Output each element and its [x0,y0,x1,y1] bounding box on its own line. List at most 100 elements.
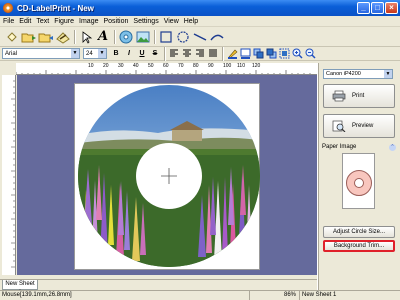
preview-button[interactable]: Preview [323,114,395,138]
main-toolbar: A [0,27,400,47]
printer-icon [332,90,346,102]
format-toolbar: Arial ▼ 24 ▼ B I U S [0,46,400,61]
ruler-label: 50 [148,63,154,69]
title-bar[interactable]: CD-LabelPrint - New _ □ × [0,0,400,16]
group-icon[interactable] [278,48,290,60]
save-icon[interactable] [38,29,54,45]
mouse-position: Mouse[139.1mm,26.8mm] [0,291,250,300]
template-icon[interactable] [55,29,71,45]
paper-image-preview [342,153,375,209]
font-name-value: Arial [5,50,18,57]
printer-select[interactable]: Canon iP4200 ▼ [323,69,393,79]
status-bar: Mouse[139.1mm,26.8mm] 86% New Sheet 1 [0,290,400,300]
printer-value: Canon iP4200 [326,71,361,77]
label-canvas[interactable] [17,75,317,275]
zoom-level: 86% [250,291,300,300]
select-arrow-icon[interactable] [78,29,94,45]
right-panel: Canon iP4200 ▼ Print Preview Paper Image… [319,63,400,290]
chevron-down-icon[interactable]: ▼ [71,49,79,58]
menu-help[interactable]: Help [184,18,198,25]
sheet-tab-bar: New Sheet 1 [0,279,320,296]
menu-image[interactable]: Image [79,18,98,25]
bold-button[interactable]: B [110,48,122,60]
ellipse-tool-icon[interactable] [175,29,191,45]
preview-icon [332,120,346,132]
ruler-label: 20 [103,63,109,69]
text-tool-icon[interactable]: A [95,29,111,45]
font-size-select[interactable]: 24 ▼ [83,48,107,59]
bring-front-icon[interactable] [252,48,264,60]
horizontal-ruler: 10 20 30 40 50 60 70 80 90 100 110 120 [16,63,317,75]
align-center-icon[interactable] [181,48,193,60]
zoom-out-icon[interactable] [304,48,316,60]
print-button[interactable]: Print [323,84,395,108]
ruler-label: 80 [193,63,199,69]
ruler-label: 120 [252,63,261,69]
send-back-icon[interactable] [265,48,277,60]
app-window: CD-LabelPrint - New _ □ × File Edit Text… [0,0,400,300]
menu-position[interactable]: Position [104,18,129,25]
zoom-in-icon[interactable] [291,48,303,60]
underline-button[interactable]: U [136,48,148,60]
menu-text[interactable]: Text [36,18,49,25]
collapse-chevron-icon[interactable]: ⌃ [389,144,396,151]
paper-image-label: Paper Image [322,144,357,150]
pen-color-icon[interactable] [226,48,238,60]
align-right-icon[interactable] [194,48,206,60]
strikethrough-button[interactable]: S [149,48,161,60]
menu-bar: File Edit Text Figure Image Position Set… [0,16,400,27]
open-icon[interactable] [21,29,37,45]
adjust-circle-size-button[interactable]: Adjust Circle Size... [323,226,395,238]
toolbar-separator [164,46,166,61]
mini-disc-hole [354,178,364,188]
new-icon[interactable] [4,29,20,45]
paper-sheet [74,83,260,270]
toolbar-separator [222,46,224,61]
font-size-value: 24 [86,50,93,57]
close-button[interactable]: × [385,2,398,14]
vertical-ruler [2,75,16,275]
rectangle-tool-icon[interactable] [158,29,174,45]
cd-label-disc[interactable] [78,85,260,267]
background-trim-label: Background Trim... [333,243,385,249]
menu-edit[interactable]: Edit [19,18,31,25]
toolbar-separator [114,29,116,44]
background-trim-button[interactable]: Background Trim... [323,240,395,252]
cd-app-icon [3,3,13,13]
adjust-circle-size-label: Adjust Circle Size... [332,229,386,235]
vertical-ruler-ticks [11,80,15,268]
ruler-label: 100 [223,63,232,69]
minimize-button[interactable]: _ [357,2,370,14]
menu-figure[interactable]: Figure [54,18,74,25]
menu-settings[interactable]: Settings [133,18,158,25]
chevron-down-icon[interactable]: ▼ [384,70,392,78]
line-tool-icon[interactable] [192,29,208,45]
justify-icon[interactable] [207,48,219,60]
menu-view[interactable]: View [164,18,179,25]
preview-label: Preview [352,123,374,129]
menu-file[interactable]: File [3,18,14,25]
ruler-label: 40 [133,63,139,69]
current-sheet: New Sheet 1 [302,292,337,298]
tab-new-sheet-1[interactable]: New Sheet 1 [2,280,38,296]
ruler-corner [2,63,16,75]
align-left-icon[interactable] [168,48,180,60]
print-label: Print [352,93,365,99]
ruler-label: 70 [178,63,184,69]
window-title: CD-LabelPrint - New [17,3,94,13]
font-name-select[interactable]: Arial ▼ [2,48,80,59]
disc-center-hole [136,143,202,209]
chevron-down-icon[interactable]: ▼ [98,49,106,58]
cd-disc-icon[interactable] [118,29,134,45]
italic-button[interactable]: I [123,48,135,60]
fill-color-icon[interactable] [239,48,251,60]
maximize-button[interactable]: □ [371,2,384,14]
ruler-label: 60 [163,63,169,69]
arc-tool-icon[interactable] [209,29,225,45]
toolbar-separator [154,29,156,44]
ruler-label: 10 [88,63,94,69]
ruler-label: 30 [118,63,124,69]
image-tool-icon[interactable] [135,29,151,45]
toolbar-separator [74,29,76,44]
mini-disc-icon [346,170,372,196]
